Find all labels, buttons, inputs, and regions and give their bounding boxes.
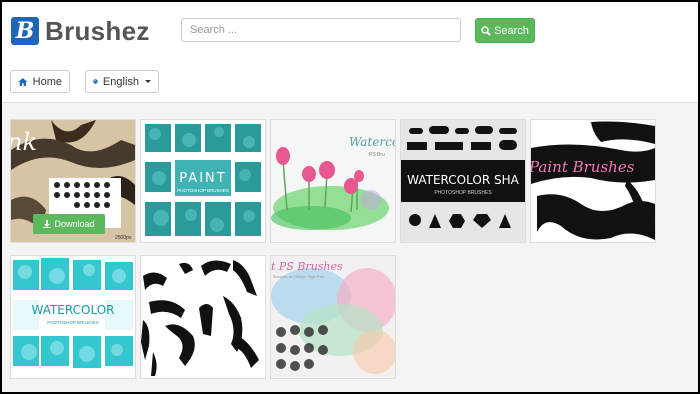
- brush-item[interactable]: nk 2500px Download: [10, 119, 136, 243]
- thumbnail-subcaption: PHOTOSHOP BRUSHES: [434, 190, 492, 196]
- site-name[interactable]: Brushez: [45, 15, 150, 47]
- brush-thumbnail: PAINT PHOTOSHOP BRUSHES: [141, 120, 265, 242]
- search-icon: [481, 25, 491, 36]
- thumbnail-caption: nk: [11, 128, 37, 156]
- thumbnail-caption: Watercolor: [349, 135, 395, 149]
- search-input[interactable]: [181, 18, 461, 42]
- brush-item[interactable]: WATERCOLOR SHA PHOTOSHOP BRUSHES: [400, 119, 526, 243]
- search-button[interactable]: Search: [475, 18, 535, 43]
- page-frame: B Brushez Search Home English: [2, 2, 698, 392]
- download-button[interactable]: Download: [33, 214, 105, 234]
- brush-item[interactable]: WATERCOLOR PHOTOSHOP BRUSHES: [10, 255, 136, 379]
- logo-icon[interactable]: B: [11, 17, 39, 45]
- language-dropdown[interactable]: English: [85, 70, 159, 93]
- chevron-down-icon: [145, 80, 151, 83]
- brush-thumbnail: WATERCOLOR PHOTOSHOP BRUSHES: [11, 256, 135, 378]
- brush-thumbnail: Watercolor PS Bru: [271, 120, 395, 242]
- thumbnail-subcaption: PHOTOSHOP BRUSHES: [177, 188, 229, 193]
- thumbnail-subcaption: PHOTOSHOP BRUSHES: [47, 320, 99, 325]
- thumbnail-caption: t PS Brushes: [271, 260, 343, 273]
- home-button[interactable]: Home: [10, 70, 70, 93]
- site-header: B Brushez Search: [2, 2, 698, 61]
- brush-thumbnail: [141, 256, 265, 378]
- globe-icon: [93, 79, 98, 84]
- thumbnail-caption: PAINT: [179, 171, 226, 186]
- home-icon: [18, 77, 28, 86]
- download-label: Download: [54, 219, 95, 229]
- brush-thumbnail: Paint Brushes: [531, 120, 655, 242]
- thumbnail-caption: WATERCOLOR: [31, 303, 114, 317]
- thumbnail-subcaption: 2500px: [115, 235, 132, 241]
- sub-navigation: Home English: [2, 60, 698, 103]
- download-icon: [43, 220, 52, 228]
- thumbnail-subcaption: PS Bru: [369, 152, 385, 158]
- search-button-label: Search: [494, 24, 529, 37]
- brush-item[interactable]: [140, 255, 266, 379]
- brush-gallery: nk 2500px Download: [2, 103, 698, 392]
- brush-item[interactable]: PAINT PHOTOSHOP BRUSHES: [140, 119, 266, 243]
- home-label: Home: [32, 75, 62, 88]
- brush-item[interactable]: t PS Brushes Brushes at 2500px High Res: [270, 255, 396, 379]
- thumbnail-caption: WATERCOLOR SHA: [407, 173, 519, 187]
- brush-thumbnail: t PS Brushes Brushes at 2500px High Res: [271, 256, 395, 378]
- thumbnail-subcaption: Brushes at 2500px High Res: [273, 274, 324, 279]
- thumbnail-caption: Paint Brushes: [531, 158, 635, 176]
- brush-thumbnail: WATERCOLOR SHA PHOTOSHOP BRUSHES: [401, 120, 525, 242]
- language-label: English: [102, 75, 139, 88]
- brush-item[interactable]: Paint Brushes: [530, 119, 656, 243]
- brush-item[interactable]: Watercolor PS Bru: [270, 119, 396, 243]
